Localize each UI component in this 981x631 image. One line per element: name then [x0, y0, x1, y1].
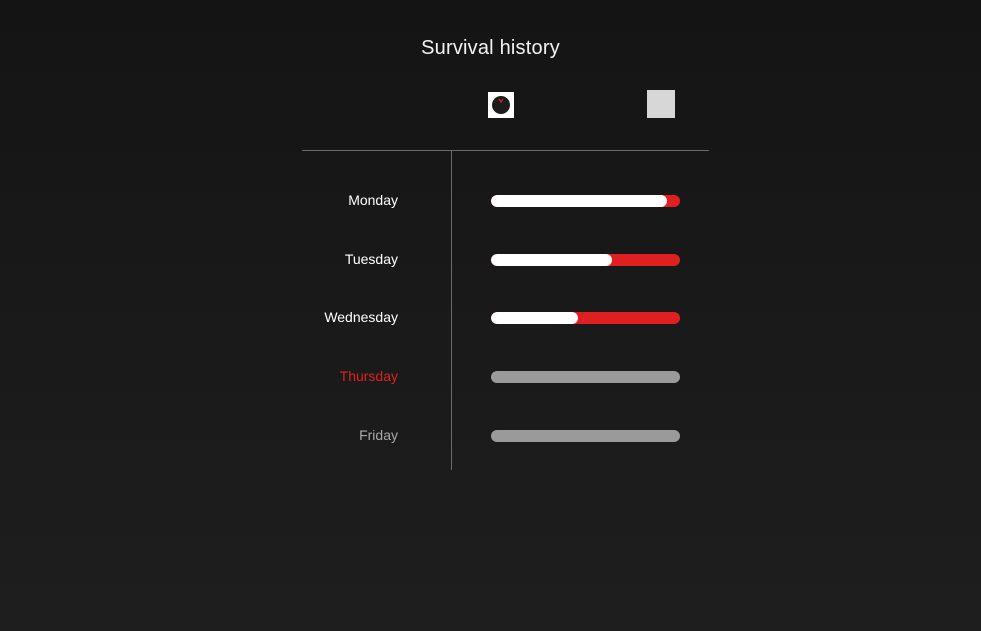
survival-bar-tuesday — [491, 254, 680, 266]
page-title: Survival history — [421, 37, 560, 59]
column-divider — [451, 151, 452, 470]
survival-bar-fill — [491, 254, 612, 266]
day-label-wednesday[interactable]: Wednesday — [324, 309, 398, 325]
survival-bar-fill — [491, 312, 578, 324]
survival-bar-fill — [491, 195, 667, 207]
survival-bar-monday — [491, 195, 680, 207]
day-label-tuesday[interactable]: Tuesday — [345, 251, 398, 267]
survivor-avatar-icon[interactable] — [488, 92, 514, 118]
day-label-thursday[interactable]: Thursday — [340, 368, 398, 384]
survival-bar-wednesday — [491, 312, 680, 324]
survival-bar-friday — [491, 430, 680, 442]
survival-bar-thursday — [491, 371, 680, 383]
day-label-monday[interactable]: Monday — [348, 192, 398, 208]
header-divider — [302, 150, 709, 151]
blank-square-icon[interactable] — [647, 90, 675, 118]
day-label-friday[interactable]: Friday — [359, 427, 398, 443]
